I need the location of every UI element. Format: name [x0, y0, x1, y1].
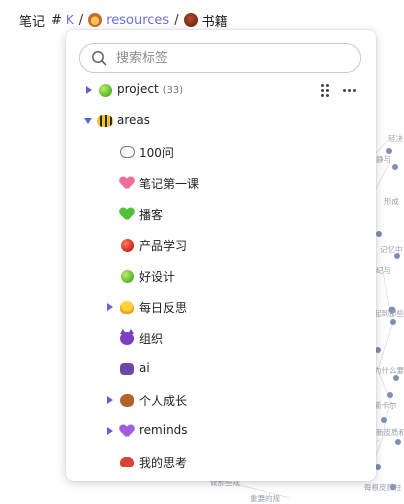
green-apple-icon [97, 82, 113, 98]
expand-caret-icon[interactable] [107, 303, 113, 311]
chestnut-icon [183, 13, 198, 27]
tag-row-biji[interactable]: 笔记第一课 [66, 172, 376, 194]
tag-label: 笔记第一课 [139, 177, 200, 191]
expand-caret-icon[interactable] [86, 86, 92, 94]
row-actions [321, 84, 356, 97]
graph-label: 起到那些 [374, 309, 404, 318]
tag-row-meiri[interactable]: 每日反思 [66, 296, 376, 318]
graph-node [392, 164, 398, 170]
tag-row-project[interactable]: project (33) [66, 79, 376, 101]
expand-caret-icon[interactable] [107, 396, 113, 404]
graph-label: 纪与 [376, 266, 391, 275]
expand-caret-icon[interactable] [107, 427, 113, 435]
green-apple-icon [119, 268, 135, 284]
tag-label: project [117, 82, 159, 96]
graph-label: 静与 [376, 155, 391, 164]
tag-label: 每日反思 [139, 301, 188, 315]
breadcrumb: 笔记 # K / resources / 书籍 [19, 10, 228, 30]
tag-row-zuzhi[interactable]: 组织 [66, 327, 376, 349]
hatching-chick-icon [119, 299, 135, 315]
graph-label: 重要的规 [250, 494, 280, 503]
green-heart-icon [119, 206, 135, 222]
breadcrumb-current[interactable]: 书籍 [202, 11, 228, 30]
purple-devil-icon [119, 328, 135, 346]
tag-row-ai[interactable]: ai [66, 358, 376, 380]
tag-row-geren[interactable]: 个人成长 [66, 389, 376, 411]
tag-label: 我的思考 [139, 456, 188, 470]
tag-label: 100问 [139, 146, 174, 160]
sparkling-heart-icon [119, 175, 135, 191]
graph-label: 形成 [384, 197, 399, 206]
tag-row-haosheji[interactable]: 好设计 [66, 265, 376, 287]
graph-label: 为什么要 [374, 366, 404, 375]
tag-label: 组织 [139, 332, 164, 346]
breadcrumb-resources[interactable]: resources [106, 13, 169, 28]
tag-label: reminds [139, 423, 188, 437]
tag-row-reminds[interactable]: reminds [66, 420, 376, 442]
bee-icon [97, 113, 113, 129]
breadcrumb-root[interactable]: 笔记 [19, 11, 45, 30]
graph-label: 记忆中 [380, 245, 403, 254]
search-box[interactable] [79, 43, 361, 73]
search-input[interactable] [114, 49, 348, 67]
graph-node [376, 231, 382, 237]
tag-row-100wen[interactable]: 100问 [66, 141, 376, 163]
breadcrumb-separator: / [174, 12, 179, 28]
alien-monster-icon [119, 361, 135, 377]
tag-row-sikao[interactable]: 我的思考 [66, 451, 376, 473]
tag-label: 好设计 [139, 270, 176, 284]
graph-node [387, 392, 393, 398]
tag-count: (33) [162, 85, 184, 96]
tag-row-areas[interactable]: areas [66, 110, 376, 132]
graph-node [395, 439, 401, 445]
graph-label: 斯卡尔 [374, 401, 397, 410]
squirrel-icon [119, 392, 135, 408]
purple-heart-icon [119, 423, 135, 439]
graph-label: 轻决 [388, 134, 403, 143]
tag-label: 产品学习 [139, 239, 188, 253]
graph-label: 每根皮质柱 [364, 483, 402, 492]
tag-row-boke[interactable]: 播客 [66, 203, 376, 225]
red-apple-icon [119, 237, 135, 253]
drag-handle-icon[interactable] [321, 84, 329, 97]
collapse-tag-icon[interactable]: K [66, 13, 74, 27]
tag-label-group: project (33) [117, 82, 183, 96]
collapse-caret-icon[interactable] [84, 118, 92, 124]
tag-label: 个人成长 [139, 394, 188, 408]
search-icon [92, 51, 107, 66]
red-mask-icon [119, 454, 135, 470]
tag-hash[interactable]: # [51, 13, 62, 28]
tag-picker-popup: project(33) areas 100问 笔记第一课 播客 [66, 30, 376, 481]
more-options-icon[interactable] [343, 88, 356, 92]
lion-face-icon [88, 13, 103, 27]
tag-row-chanpin[interactable]: 产品学习 [66, 234, 376, 256]
tag-label: areas [117, 113, 151, 127]
tag-label: ai [139, 361, 150, 375]
graph-node [390, 319, 396, 325]
graph-label: 新皮质和 [376, 428, 404, 437]
tag-label: 播客 [139, 208, 164, 222]
speech-bubble-icon [119, 144, 135, 160]
graph-node [381, 417, 387, 423]
breadcrumb-separator: / [78, 12, 84, 28]
